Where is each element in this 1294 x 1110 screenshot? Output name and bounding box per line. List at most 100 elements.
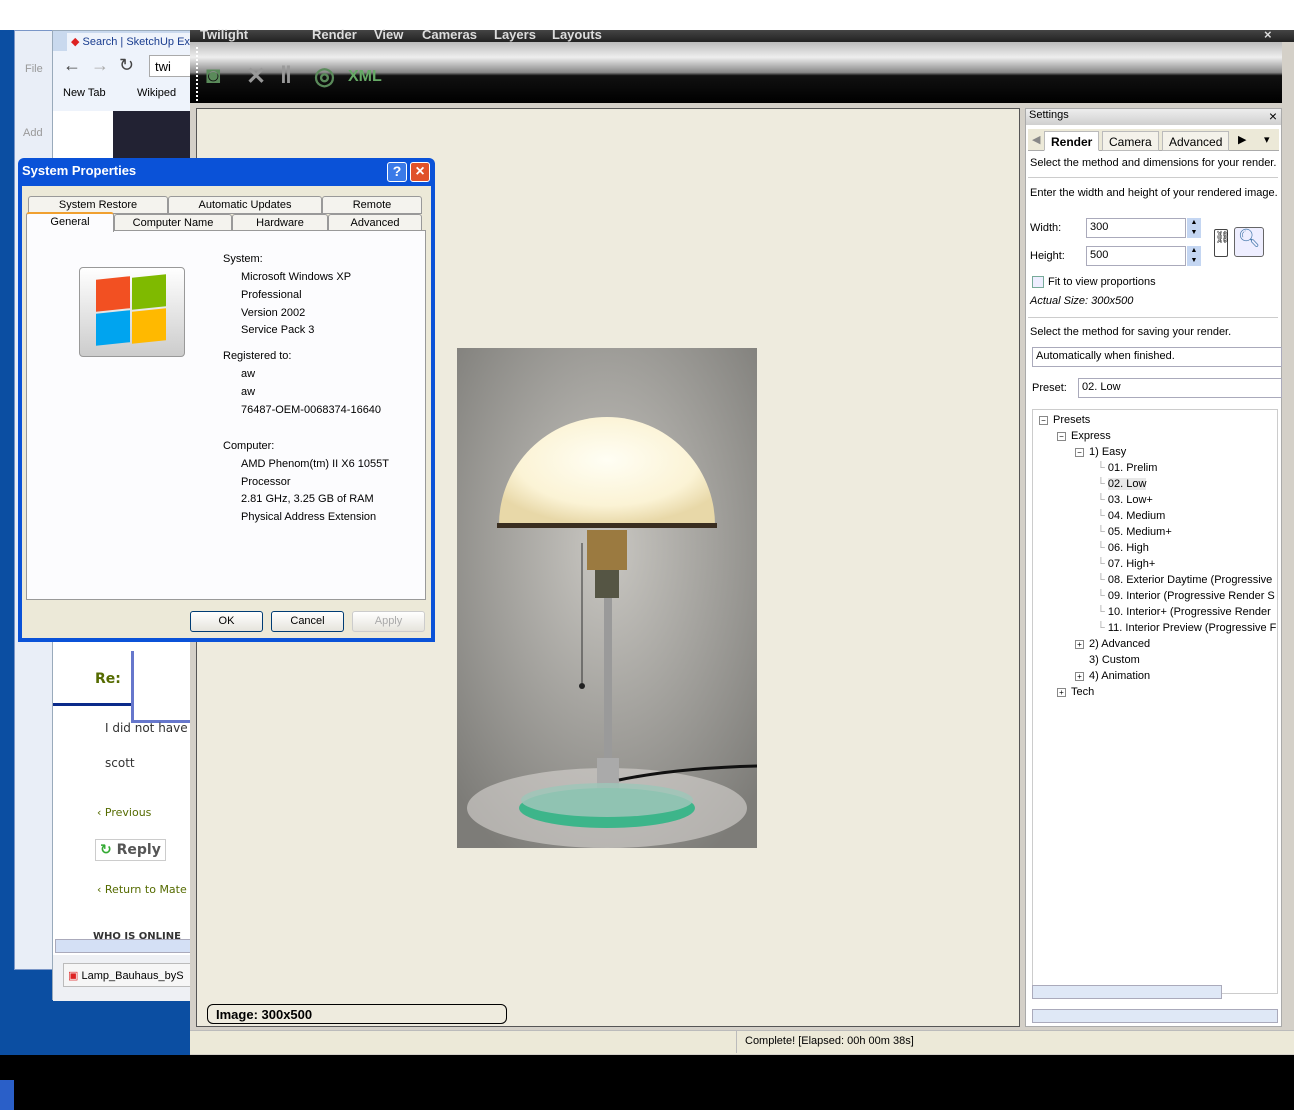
settings-close-button[interactable]: ×: [1269, 108, 1277, 124]
tree-preset-item[interactable]: └ 07. High+: [1097, 558, 1155, 570]
menu-layers[interactable]: Layers: [494, 27, 536, 42]
tree-node-presets[interactable]: − Presets: [1039, 414, 1090, 426]
tree-preset-item[interactable]: └ 05. Medium+: [1097, 526, 1172, 538]
tree-preset-item[interactable]: └ 10. Interior+ (Progressive Render: [1097, 606, 1271, 618]
settings-title: Settings: [1029, 109, 1069, 121]
menu-cameras[interactable]: Cameras: [422, 27, 477, 42]
preset-select[interactable]: 02. Low: [1078, 378, 1282, 398]
link-aspect-icon[interactable]: ⛓: [1214, 229, 1230, 257]
computer-label: Computer:: [223, 440, 275, 452]
tab-menu-icon[interactable]: ▾: [1264, 133, 1270, 146]
address-text: twi: [155, 59, 171, 74]
os-name: Microsoft Windows XP: [241, 271, 352, 283]
lamp-stem: [604, 598, 612, 768]
tree-connector: └: [1097, 478, 1108, 490]
fit-to-view-label: Fit to view proportions: [1048, 276, 1156, 288]
preset-label: Preset:: [1032, 382, 1067, 394]
pause-icon[interactable]: ‖: [280, 62, 292, 90]
tab-scroll-right-icon[interactable]: ▶: [1238, 133, 1246, 146]
height-spinner[interactable]: ▲ ▼: [1187, 246, 1201, 266]
stop-icon[interactable]: ✕: [246, 62, 266, 91]
width-spinner[interactable]: ▲ ▼: [1187, 218, 1201, 238]
tree-preset-item[interactable]: └ 06. High: [1097, 542, 1149, 554]
close-button[interactable]: ×: [410, 162, 430, 182]
browser-tab[interactable]: ◆ Search | SketchUp Ex: [67, 33, 197, 51]
tree-preset-item[interactable]: └ 01. Prelim: [1097, 462, 1157, 474]
expand-icon[interactable]: +: [1075, 639, 1084, 649]
tab-scroll-left-icon[interactable]: ◀: [1032, 133, 1040, 146]
tab-automatic-updates[interactable]: Automatic Updates: [168, 196, 322, 214]
collapse-icon[interactable]: −: [1057, 431, 1066, 441]
tree-preset-item[interactable]: └ 08. Exterior Daytime (Progressive: [1097, 574, 1272, 586]
tree-node-easy[interactable]: −1) Easy: [1075, 446, 1126, 458]
pae: Physical Address Extension: [241, 511, 377, 523]
tree-node-custom[interactable]: 3) Custom: [1089, 654, 1140, 666]
tree-node-animation[interactable]: +4) Animation: [1075, 670, 1150, 682]
pdf-icon: ▣: [68, 970, 79, 982]
height-input[interactable]: 500: [1086, 246, 1186, 266]
collapse-icon[interactable]: −: [1039, 415, 1048, 425]
tree-preset-item[interactable]: └ 02. Low: [1097, 478, 1147, 490]
toolbar: ◙ ✕ ‖ ◎ XML: [190, 42, 1282, 103]
tab-remote[interactable]: Remote: [322, 196, 422, 214]
back-icon[interactable]: ←: [63, 55, 81, 76]
settings-title-bar: Settings ×: [1026, 108, 1281, 125]
divider: [53, 703, 131, 706]
save-method-select[interactable]: Automatically when finished.: [1032, 347, 1282, 367]
tree-preset-item[interactable]: └ 03. Low+: [1097, 494, 1153, 506]
width-input[interactable]: 300: [1086, 218, 1186, 238]
tree-node-advanced[interactable]: +2) Advanced: [1075, 638, 1150, 650]
toolbar-grip[interactable]: [196, 47, 199, 101]
help-button[interactable]: ?: [387, 162, 407, 182]
preset-label: 02. Low: [1107, 478, 1147, 490]
tab-camera[interactable]: Camera: [1102, 131, 1159, 151]
tree-node-tech[interactable]: + Tech: [1057, 686, 1094, 698]
overlay-fragment: [131, 651, 198, 723]
menu-view[interactable]: View: [374, 27, 403, 42]
lamp-socket: [587, 530, 627, 570]
tab-advanced[interactable]: Advanced: [1162, 131, 1230, 151]
tab-general[interactable]: General: [26, 212, 114, 232]
menu-render[interactable]: Render: [312, 27, 357, 42]
registered-label: Registered to:: [223, 350, 292, 362]
tab-render[interactable]: Render: [1044, 131, 1100, 151]
fit-to-view-checkbox[interactable]: [1032, 276, 1044, 288]
preset-label: 11. Interior Preview (Progressive F: [1107, 622, 1277, 634]
download-item[interactable]: ▣ Lamp_Bauhaus_byS: [63, 963, 203, 987]
tree-horizontal-scrollbar[interactable]: [1032, 985, 1222, 999]
forward-icon[interactable]: →: [91, 55, 109, 76]
refresh-icon[interactable]: ◎: [314, 62, 335, 91]
glass-base: [521, 783, 693, 817]
panel-horizontal-scrollbar[interactable]: [1032, 1009, 1278, 1023]
registered-org: aw: [241, 386, 256, 398]
window-close-button[interactable]: ×: [1264, 27, 1272, 42]
explorer-menu-file[interactable]: File: [25, 63, 43, 75]
cancel-button[interactable]: Cancel: [271, 611, 344, 632]
tree-preset-item[interactable]: └ 11. Interior Preview (Progressive F: [1097, 622, 1276, 634]
expand-icon[interactable]: +: [1057, 687, 1066, 697]
xml-icon[interactable]: XML: [348, 68, 382, 86]
reload-icon[interactable]: ↻: [119, 55, 134, 76]
collapse-icon[interactable]: −: [1075, 447, 1084, 457]
tree-preset-item[interactable]: └ 04. Medium: [1097, 510, 1165, 522]
preset-label: 01. Prelim: [1107, 462, 1158, 474]
return-link[interactable]: ‹ Return to Mate: [97, 883, 187, 896]
render-icon[interactable]: ◙: [206, 62, 221, 90]
ok-button[interactable]: OK: [190, 611, 263, 632]
save-instruction: Select the method for saving your render…: [1030, 326, 1232, 338]
zoom-view-icon[interactable]: 🔍︎: [1234, 227, 1264, 257]
bookmark-wikipedia[interactable]: Wikiped: [137, 87, 176, 99]
status-text: Complete! [Elapsed: 00h 00m 38s]: [736, 1031, 922, 1053]
reply-button[interactable]: ↻ Reply: [95, 839, 166, 861]
expand-icon[interactable]: +: [1075, 671, 1084, 681]
apply-button[interactable]: Apply: [352, 611, 425, 632]
preset-label: 05. Medium+: [1107, 526, 1172, 538]
tree-preset-item[interactable]: └ 09. Interior (Progressive Render S: [1097, 590, 1275, 602]
tree-node-express[interactable]: − Express: [1057, 430, 1111, 442]
menu-layouts[interactable]: Layouts: [552, 27, 602, 42]
previous-link[interactable]: ‹ Previous: [97, 806, 151, 819]
horizontal-scrollbar[interactable]: [55, 939, 198, 953]
preset-label: 04. Medium: [1107, 510, 1166, 522]
image-size-label: Image: 300x500: [207, 1004, 507, 1024]
bookmark-new-tab[interactable]: New Tab: [63, 87, 106, 99]
